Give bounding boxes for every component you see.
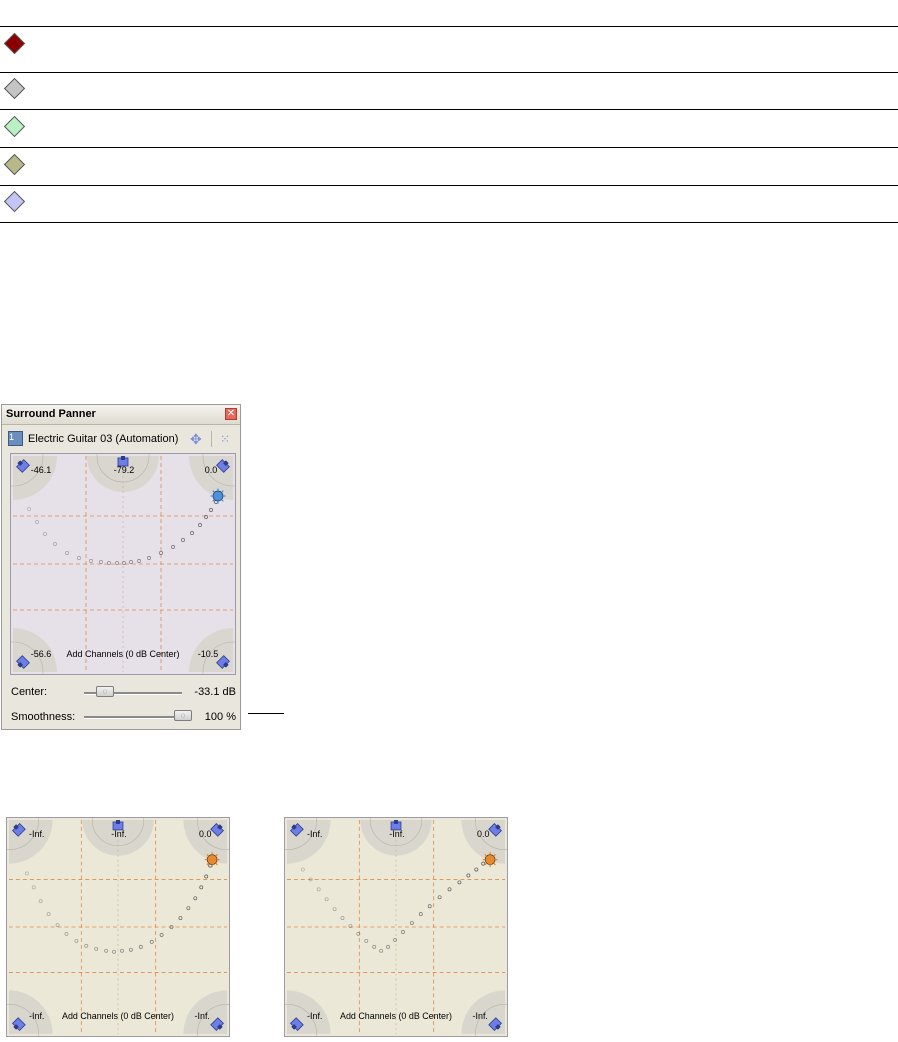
pan-mode-label: Add Channels (0 dB Center) — [66, 649, 179, 659]
example-panel-right: -Inf. -Inf. 0.0 -Inf. -Inf. Add Channels (0 d… — [256, 789, 536, 1042]
track-name: Electric Guitar 03 (Automation) — [28, 433, 179, 445]
channel-level-value: -56.6 — [31, 649, 52, 659]
pan-mode-icon[interactable]: ⁙ — [220, 432, 230, 446]
close-icon[interactable]: ✕ — [225, 408, 237, 420]
keyframe-diamond-icon — [3, 190, 26, 213]
channel-level-value: -46.1 — [31, 465, 52, 475]
keyframe-diamond-icon — [3, 77, 26, 100]
track-row: 1 Electric Guitar 03 (Automation) ✥ ⁙ — [6, 429, 238, 449]
window-title: Surround Panner — [6, 408, 96, 420]
legend-header-row — [0, 0, 898, 27]
toolbar-divider — [211, 431, 212, 447]
center-slider-thumb[interactable]: ◌ — [96, 686, 114, 697]
example-right-svg: -Inf. -Inf. 0.0 -Inf. -Inf. Add Channels (0 d… — [256, 789, 536, 1042]
track-number-badge: 1 — [8, 431, 23, 446]
legend-row-2 — [0, 72, 898, 110]
channel-level-value: -Inf. — [195, 1011, 210, 1021]
surround-panner-window: Surround Panner ✕ 1 Electric Guitar 03 (… — [0, 404, 264, 730]
legend-row-3 — [0, 109, 898, 148]
keyframe-diamond-icon — [3, 32, 26, 55]
example-left-svg: -Inf. -Inf. 0.0 -Inf. -Inf. Add Channels (0 d… — [0, 789, 258, 1042]
channel-level-value: -79.2 — [114, 465, 135, 475]
channel-level-value: 0.0 — [199, 829, 211, 839]
legend-row-1 — [0, 26, 898, 73]
callout-line — [248, 713, 284, 714]
pan-mode-label: Add Channels (0 dB Center) — [62, 1011, 174, 1021]
pan-position-icon — [210, 488, 226, 504]
pan-field[interactable]: -46.1 -79.2 0.0 -56.6 -10.5 Add Channels (0 d… — [0, 425, 264, 703]
channel-level-value: 0.0 — [477, 829, 489, 839]
center-value: -33.1 dB — [194, 686, 236, 698]
keyframe-diamond-icon — [3, 153, 26, 176]
pan-mode-label: Add Channels (0 dB Center) — [340, 1011, 452, 1021]
title-bar[interactable]: Surround Panner ✕ — [2, 405, 240, 425]
smoothness-label: Smoothness: — [11, 711, 76, 723]
channel-level-value: -Inf. — [307, 829, 322, 839]
pan-position-icon — [204, 852, 220, 868]
channel-level-value: 0.0 — [205, 465, 218, 475]
channel-level-value: -10.5 — [198, 649, 219, 659]
legend-row-4 — [0, 147, 898, 186]
pan-position-icon — [482, 852, 498, 868]
channel-level-value: -Inf. — [389, 829, 404, 839]
example-panel-left: -Inf. -Inf. 0.0 -Inf. -Inf. Add Channels (0 d… — [0, 789, 258, 1042]
channel-level-value: -Inf. — [473, 1011, 488, 1021]
keyframe-diamond-icon — [3, 115, 26, 138]
channel-level-value: -Inf. — [307, 1011, 322, 1021]
center-label: Center: — [11, 686, 48, 698]
pan-field-svg: -46.1 -79.2 0.0 -56.6 -10.5 Add Channels (0 d… — [0, 425, 264, 703]
channel-level-value: -Inf. — [29, 829, 44, 839]
move-icon[interactable]: ✥ — [190, 432, 202, 446]
smoothness-value: 100 % — [204, 711, 236, 723]
channel-level-value: -Inf. — [111, 829, 126, 839]
channel-level-value: -Inf. — [29, 1011, 44, 1021]
legend-row-5 — [0, 185, 898, 223]
